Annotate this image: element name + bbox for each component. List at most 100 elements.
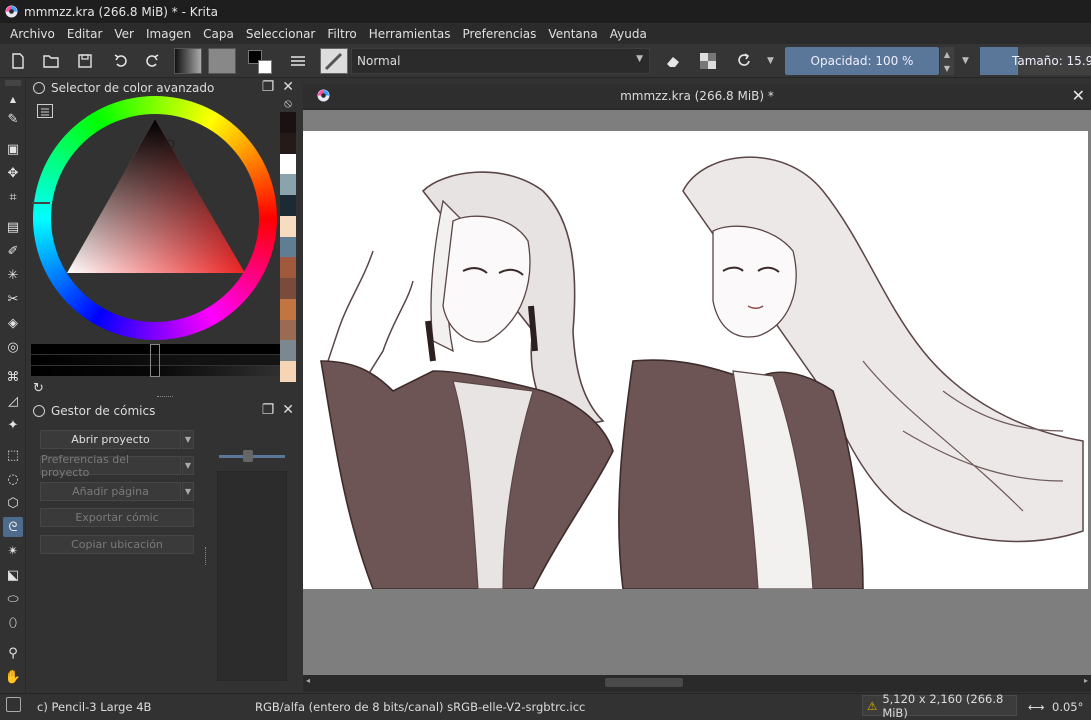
add-page-button[interactable]: Añadir página: [40, 482, 181, 501]
color-swatch[interactable]: [280, 298, 296, 320]
opacity-stepper[interactable]: ▲ ▼: [940, 47, 954, 75]
close-icon[interactable]: ✕: [282, 79, 294, 95]
assistant-tool-icon[interactable]: ✂: [3, 289, 23, 309]
clear-swatches-icon[interactable]: ⦸: [279, 96, 297, 110]
blend-mode-select[interactable]: Normal ▼: [351, 48, 650, 74]
comic-pages-list[interactable]: [217, 471, 287, 681]
similar-select-icon[interactable]: ⬕: [3, 565, 23, 585]
gradient-tool-icon[interactable]: ▤: [3, 217, 23, 237]
freehand-select-icon[interactable]: ᘓ: [3, 517, 23, 537]
menu-seleccionar[interactable]: Seleccionar: [246, 27, 315, 41]
current-brush: c) Pencil-3 Large 4B: [37, 700, 152, 714]
color-swatch[interactable]: [280, 257, 296, 279]
menu-preferencias[interactable]: Preferencias: [463, 27, 537, 41]
project-prefs-dropdown[interactable]: ▼: [182, 456, 194, 475]
magic-wand-icon[interactable]: ✴: [3, 541, 23, 561]
splitter-grip[interactable]: [157, 396, 173, 398]
brush-preview-icon[interactable]: [6, 697, 21, 712]
smart-patch-icon[interactable]: ✳: [3, 265, 23, 285]
slider-handle[interactable]: [150, 344, 160, 377]
gradient-preset-icon[interactable]: [174, 48, 202, 74]
eraser-icon[interactable]: [662, 50, 684, 72]
add-page-dropdown[interactable]: ▼: [182, 482, 194, 501]
image-dimensions[interactable]: ⚠ 5,120 x 2,160 (266.8 MiB): [862, 692, 1017, 720]
brush-settings-icon[interactable]: [287, 50, 309, 72]
polygon-select-icon[interactable]: ⬡: [3, 493, 23, 513]
scrollbar-thumb[interactable]: [605, 678, 683, 687]
float-panel-icon[interactable]: ❐: [262, 402, 275, 418]
new-document-icon[interactable]: [7, 50, 29, 72]
color-sliders[interactable]: [31, 344, 281, 378]
close-icon[interactable]: ✕: [1072, 86, 1085, 105]
bezier-select-icon[interactable]: ⬭: [3, 589, 23, 609]
menu-imagen[interactable]: Imagen: [146, 27, 191, 41]
horizontal-scrollbar[interactable]: ◂ ▸: [303, 675, 1091, 690]
menu-archivo[interactable]: Archivo: [10, 27, 55, 41]
rotation-icon[interactable]: ⟷: [1028, 700, 1045, 714]
crop-tool-icon[interactable]: ⌗: [3, 187, 23, 207]
ellipse-select-icon[interactable]: ◌: [3, 469, 23, 489]
color-space-info: RGB/alfa (entero de 8 bits/canal) sRGB-e…: [255, 700, 586, 714]
chevron-down-icon[interactable]: ▼: [962, 56, 969, 66]
open-project-button[interactable]: Abrir proyecto: [40, 430, 181, 449]
fill-tool-icon[interactable]: ◈: [3, 313, 23, 333]
refresh-icon[interactable]: ↻: [33, 381, 44, 396]
move-tool-icon[interactable]: ✥: [3, 163, 23, 183]
canvas-area[interactable]: [303, 110, 1091, 675]
opacity-slider[interactable]: Opacidad: 100 %: [785, 47, 939, 75]
color-swatch[interactable]: [280, 215, 296, 237]
color-swatch[interactable]: [280, 195, 296, 216]
reference-tool-icon[interactable]: ✦: [3, 415, 23, 435]
rect-select-icon[interactable]: ⬚: [3, 445, 23, 465]
open-document-icon[interactable]: [40, 50, 62, 72]
transform-brush-tool-icon[interactable]: ✎: [3, 109, 23, 129]
menu-ventana[interactable]: Ventana: [548, 27, 597, 41]
color-picker-icon[interactable]: ✐: [3, 241, 23, 261]
color-swatch[interactable]: [280, 112, 296, 133]
export-comic-button[interactable]: Exportar cómic: [40, 508, 194, 527]
zoom-tool-icon[interactable]: ⚲: [3, 643, 23, 663]
color-swatch[interactable]: [280, 174, 296, 196]
menu-ver[interactable]: Ver: [114, 27, 134, 41]
close-icon[interactable]: ✕: [282, 402, 294, 418]
enclose-fill-icon[interactable]: ◎: [3, 337, 23, 357]
alpha-lock-icon[interactable]: [697, 50, 719, 72]
open-project-dropdown[interactable]: ▼: [182, 430, 194, 449]
undo-icon[interactable]: [110, 50, 132, 72]
menu-editar[interactable]: Editar: [67, 27, 103, 41]
canvas-image[interactable]: [303, 131, 1088, 589]
brush-preset-icon[interactable]: [320, 48, 348, 74]
menu-capa[interactable]: Capa: [203, 27, 234, 41]
perspective-icon[interactable]: ⌘: [3, 367, 23, 387]
copy-location-button[interactable]: Copiar ubicación: [40, 535, 194, 554]
slider-handle[interactable]: [243, 450, 253, 462]
color-swatch[interactable]: [280, 278, 296, 299]
fg-bg-color-icon[interactable]: [246, 48, 274, 76]
splitter-grip[interactable]: [205, 547, 207, 565]
project-prefs-button[interactable]: Preferencias del proyecto: [40, 453, 181, 479]
pan-tool-icon[interactable]: ✋: [3, 667, 23, 687]
measure-tool-icon[interactable]: ◿: [3, 391, 23, 411]
left-dock: Selector de color avanzado ❐ ✕ ↻ Gestor d…: [27, 79, 302, 693]
magnetic-select-icon[interactable]: ⬯: [3, 613, 23, 633]
color-swatch[interactable]: [280, 340, 296, 362]
saturation-value-triangle[interactable]: [67, 117, 247, 277]
redo-icon[interactable]: [141, 50, 163, 72]
pattern-preset-icon[interactable]: [208, 48, 236, 74]
size-slider[interactable]: Tamaño: 15.94: [980, 47, 1091, 75]
menu-herramientas[interactable]: Herramientas: [369, 27, 451, 41]
save-icon[interactable]: [74, 50, 96, 72]
color-swatch[interactable]: [280, 361, 296, 382]
transform-tool-icon[interactable]: ▣: [3, 139, 23, 159]
lock-icon[interactable]: [33, 405, 45, 417]
color-swatch[interactable]: [280, 132, 296, 154]
menu-ayuda[interactable]: Ayuda: [610, 27, 647, 41]
color-swatch[interactable]: [280, 236, 296, 258]
color-swatch[interactable]: [280, 319, 296, 341]
reload-preset-icon[interactable]: [733, 50, 755, 72]
chevron-down-icon[interactable]: ▼: [767, 56, 774, 66]
menu-filtro[interactable]: Filtro: [327, 27, 356, 41]
toolbox-collapse-icon[interactable]: ▲: [3, 93, 23, 105]
document-title: mmmzz.kra (266.8 MiB) *: [620, 89, 774, 103]
color-swatch[interactable]: [280, 153, 296, 175]
